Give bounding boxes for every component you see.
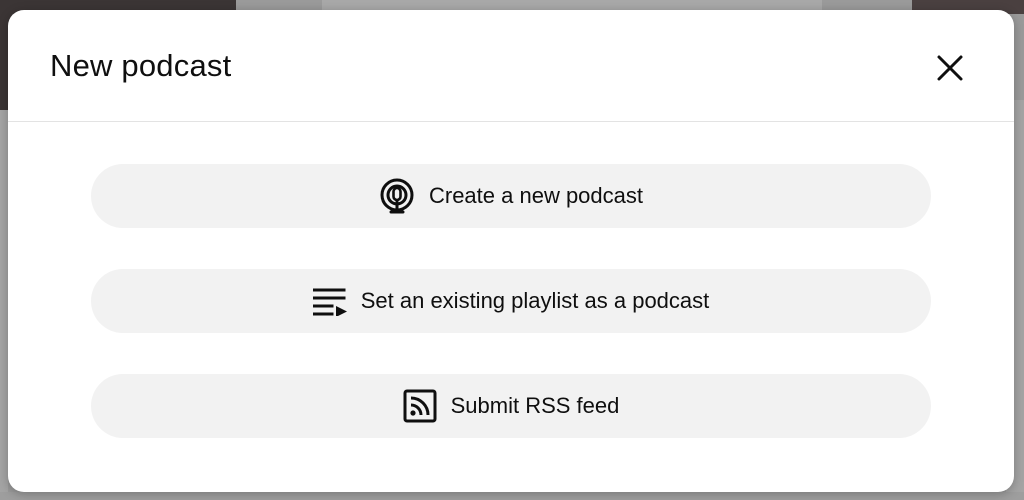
playlist-icon bbox=[312, 286, 347, 316]
option-label: Submit RSS feed bbox=[450, 393, 620, 418]
background-panel bbox=[0, 110, 8, 500]
dialog-title: New podcast bbox=[50, 48, 232, 83]
background-thumbnail bbox=[322, 0, 822, 10]
option-label: Create a new podcast bbox=[428, 183, 644, 208]
dialog-header: New podcast bbox=[8, 10, 1014, 122]
close-button[interactable] bbox=[926, 48, 974, 88]
option-label: Set an existing playlist as a podcast bbox=[360, 288, 710, 313]
set-playlist-as-podcast-button[interactable]: Set an existing playlist as a podcast bbox=[91, 269, 931, 333]
rss-icon bbox=[403, 389, 437, 423]
create-new-podcast-button[interactable]: Create a new podcast bbox=[91, 164, 931, 228]
close-icon bbox=[937, 55, 963, 81]
background-panel bbox=[0, 492, 1024, 500]
new-podcast-dialog: New podcast Create a new podcast Set an … bbox=[8, 10, 1014, 492]
submit-rss-feed-button[interactable]: Submit RSS feed bbox=[91, 374, 931, 438]
podcast-icon bbox=[379, 178, 415, 214]
